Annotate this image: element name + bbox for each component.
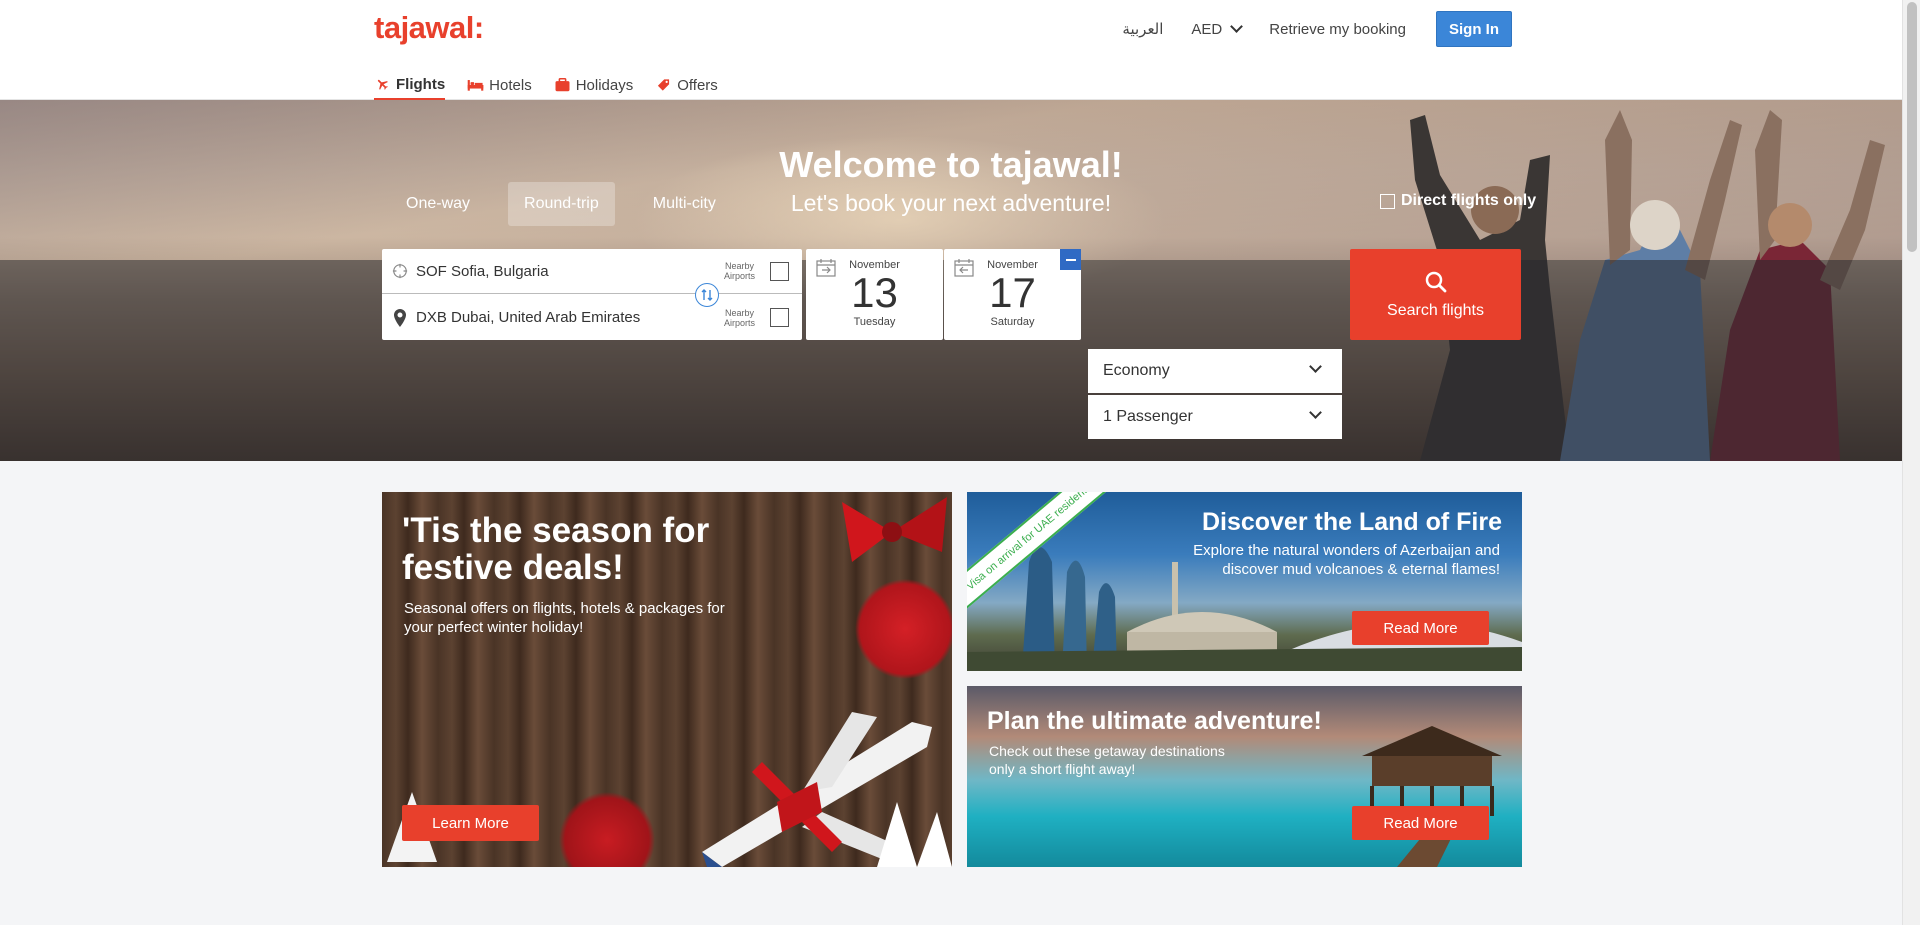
direct-flights-label: Direct flights only bbox=[1401, 192, 1537, 209]
crosshair-icon bbox=[392, 263, 408, 279]
trip-one-way[interactable]: One-way bbox=[390, 182, 486, 226]
toy-plane-image bbox=[702, 712, 952, 867]
learn-more-button[interactable]: Learn More bbox=[402, 805, 539, 841]
header-utility-bar: العربية AED Retrieve my booking Sign In bbox=[1122, 10, 1512, 48]
passengers-select[interactable]: 1 Passenger bbox=[1088, 395, 1342, 439]
nearby-airports-destination-checkbox[interactable] bbox=[770, 308, 789, 327]
promo-festive-deals[interactable]: 'Tis the season for festive deals! Seaso… bbox=[382, 492, 952, 867]
passengers-value: 1 Passenger bbox=[1103, 408, 1193, 425]
adventure-title: Plan the ultimate adventure! bbox=[987, 707, 1322, 735]
remove-return-button[interactable] bbox=[1060, 249, 1081, 270]
trip-multi-city[interactable]: Multi-city bbox=[637, 182, 732, 226]
fire-title: Discover the Land of Fire bbox=[1201, 508, 1502, 536]
search-flights-label: Search flights bbox=[1387, 301, 1484, 319]
search-flights-button[interactable]: Search flights bbox=[1350, 249, 1521, 340]
nearby-airports-origin-checkbox[interactable] bbox=[770, 261, 789, 281]
tab-hotels[interactable]: Hotels bbox=[467, 70, 532, 100]
bed-icon bbox=[467, 80, 484, 91]
promo-land-of-fire[interactable]: Visa on arrival for UAE residents Discov… bbox=[967, 492, 1522, 671]
nearby-label-line2: Airports bbox=[724, 271, 756, 281]
swap-route-button[interactable] bbox=[695, 283, 719, 307]
direct-flights-toggle[interactable]: Direct flights only bbox=[1380, 192, 1536, 210]
header: tajawal: العربية AED Retrieve my booking… bbox=[0, 0, 1902, 101]
nearby-airports-label: Nearby Airports bbox=[724, 261, 755, 281]
chevron-down-icon bbox=[1230, 20, 1244, 33]
festive-title: 'Tis the season for festive deals! bbox=[402, 511, 710, 587]
read-more-button-fire[interactable]: Read More bbox=[1352, 611, 1489, 645]
depart-day: 13 bbox=[851, 269, 898, 316]
return-weekday: Saturday bbox=[990, 316, 1035, 328]
water-hut-image bbox=[1362, 726, 1502, 867]
trip-type-tabs: One-way Round-trip Multi-city bbox=[390, 182, 732, 226]
direct-flights-checkbox[interactable] bbox=[1380, 193, 1395, 209]
fire-subtitle: Explore the natural wonders of Azerbaija… bbox=[1193, 542, 1500, 578]
return-date-field[interactable]: November 17 Saturday bbox=[944, 249, 1081, 340]
nearby-airports-label: Nearby Airports bbox=[724, 308, 755, 328]
map-pin-icon bbox=[394, 308, 406, 327]
promo-ultimate-adventure[interactable]: Plan the ultimate adventure! Check out t… bbox=[967, 686, 1522, 867]
cabin-class-select[interactable]: Economy bbox=[1088, 349, 1342, 393]
cabin-class-value: Economy bbox=[1103, 362, 1170, 379]
tab-holidays-label: Holidays bbox=[575, 76, 634, 94]
sign-in-button[interactable]: Sign In bbox=[1436, 11, 1512, 47]
ribbon-bow-image bbox=[842, 497, 947, 562]
trip-round-trip[interactable]: Round-trip bbox=[508, 182, 615, 226]
destination-value: DXB Dubai, United Arab Emirates bbox=[416, 309, 641, 326]
tab-hotels-label: Hotels bbox=[489, 76, 532, 94]
page: tajawal: العربية AED Retrieve my booking… bbox=[0, 0, 1920, 925]
logo[interactable]: tajawal: bbox=[374, 10, 484, 46]
depart-date-field[interactable]: November 13 Tuesday bbox=[806, 249, 943, 340]
language-link[interactable]: العربية bbox=[1122, 20, 1163, 38]
read-more-button-adventure[interactable]: Read More bbox=[1352, 806, 1489, 840]
chevron-down-icon bbox=[1309, 406, 1322, 419]
retrieve-booking-link[interactable]: Retrieve my booking bbox=[1269, 21, 1406, 38]
return-day: 17 bbox=[989, 269, 1036, 316]
hero-subtitle: Let's book your next adventure! bbox=[790, 190, 1112, 216]
tab-offers[interactable]: Offers bbox=[655, 70, 718, 100]
nearby-label-line1: Nearby bbox=[725, 261, 755, 271]
nearby-label-line1: Nearby bbox=[725, 307, 755, 318]
main-nav: Flights Hotels Holidays Offers bbox=[374, 70, 718, 101]
tab-flights-label: Flights bbox=[396, 75, 446, 93]
depart-weekday: Tuesday bbox=[853, 316, 896, 328]
scrollbar[interactable] bbox=[1902, 0, 1920, 925]
tab-flights[interactable]: Flights bbox=[374, 70, 446, 101]
nearby-label-line2: Airports bbox=[724, 317, 756, 328]
festive-subtitle: Seasonal offers on flights, hotels & pac… bbox=[404, 600, 725, 636]
scrollbar-thumb[interactable] bbox=[1907, 2, 1917, 252]
minus-icon bbox=[1065, 258, 1076, 261]
plane-icon bbox=[377, 79, 388, 90]
suitcase-icon bbox=[555, 78, 570, 92]
tab-holidays[interactable]: Holidays bbox=[554, 70, 634, 100]
tag-icon bbox=[658, 79, 670, 91]
origin-field[interactable]: SOF Sofia, Bulgaria Nearby Airports bbox=[382, 249, 802, 294]
origin-value: SOF Sofia, Bulgaria bbox=[416, 262, 549, 280]
swap-icon bbox=[701, 289, 713, 301]
adventure-subtitle: Check out these getaway destinations onl… bbox=[989, 743, 1225, 777]
tab-offers-label: Offers bbox=[677, 76, 718, 94]
search-icon bbox=[1425, 271, 1446, 292]
route-box: SOF Sofia, Bulgaria Nearby Airports DXB D… bbox=[382, 249, 802, 340]
currency-selector[interactable]: AED bbox=[1191, 20, 1244, 38]
currency-label: AED bbox=[1191, 20, 1223, 38]
destination-field[interactable]: DXB Dubai, United Arab Emirates Nearby Ai… bbox=[382, 295, 802, 340]
hero-title: Welcome to tajawal! bbox=[779, 144, 1123, 185]
chevron-down-icon bbox=[1309, 360, 1322, 373]
